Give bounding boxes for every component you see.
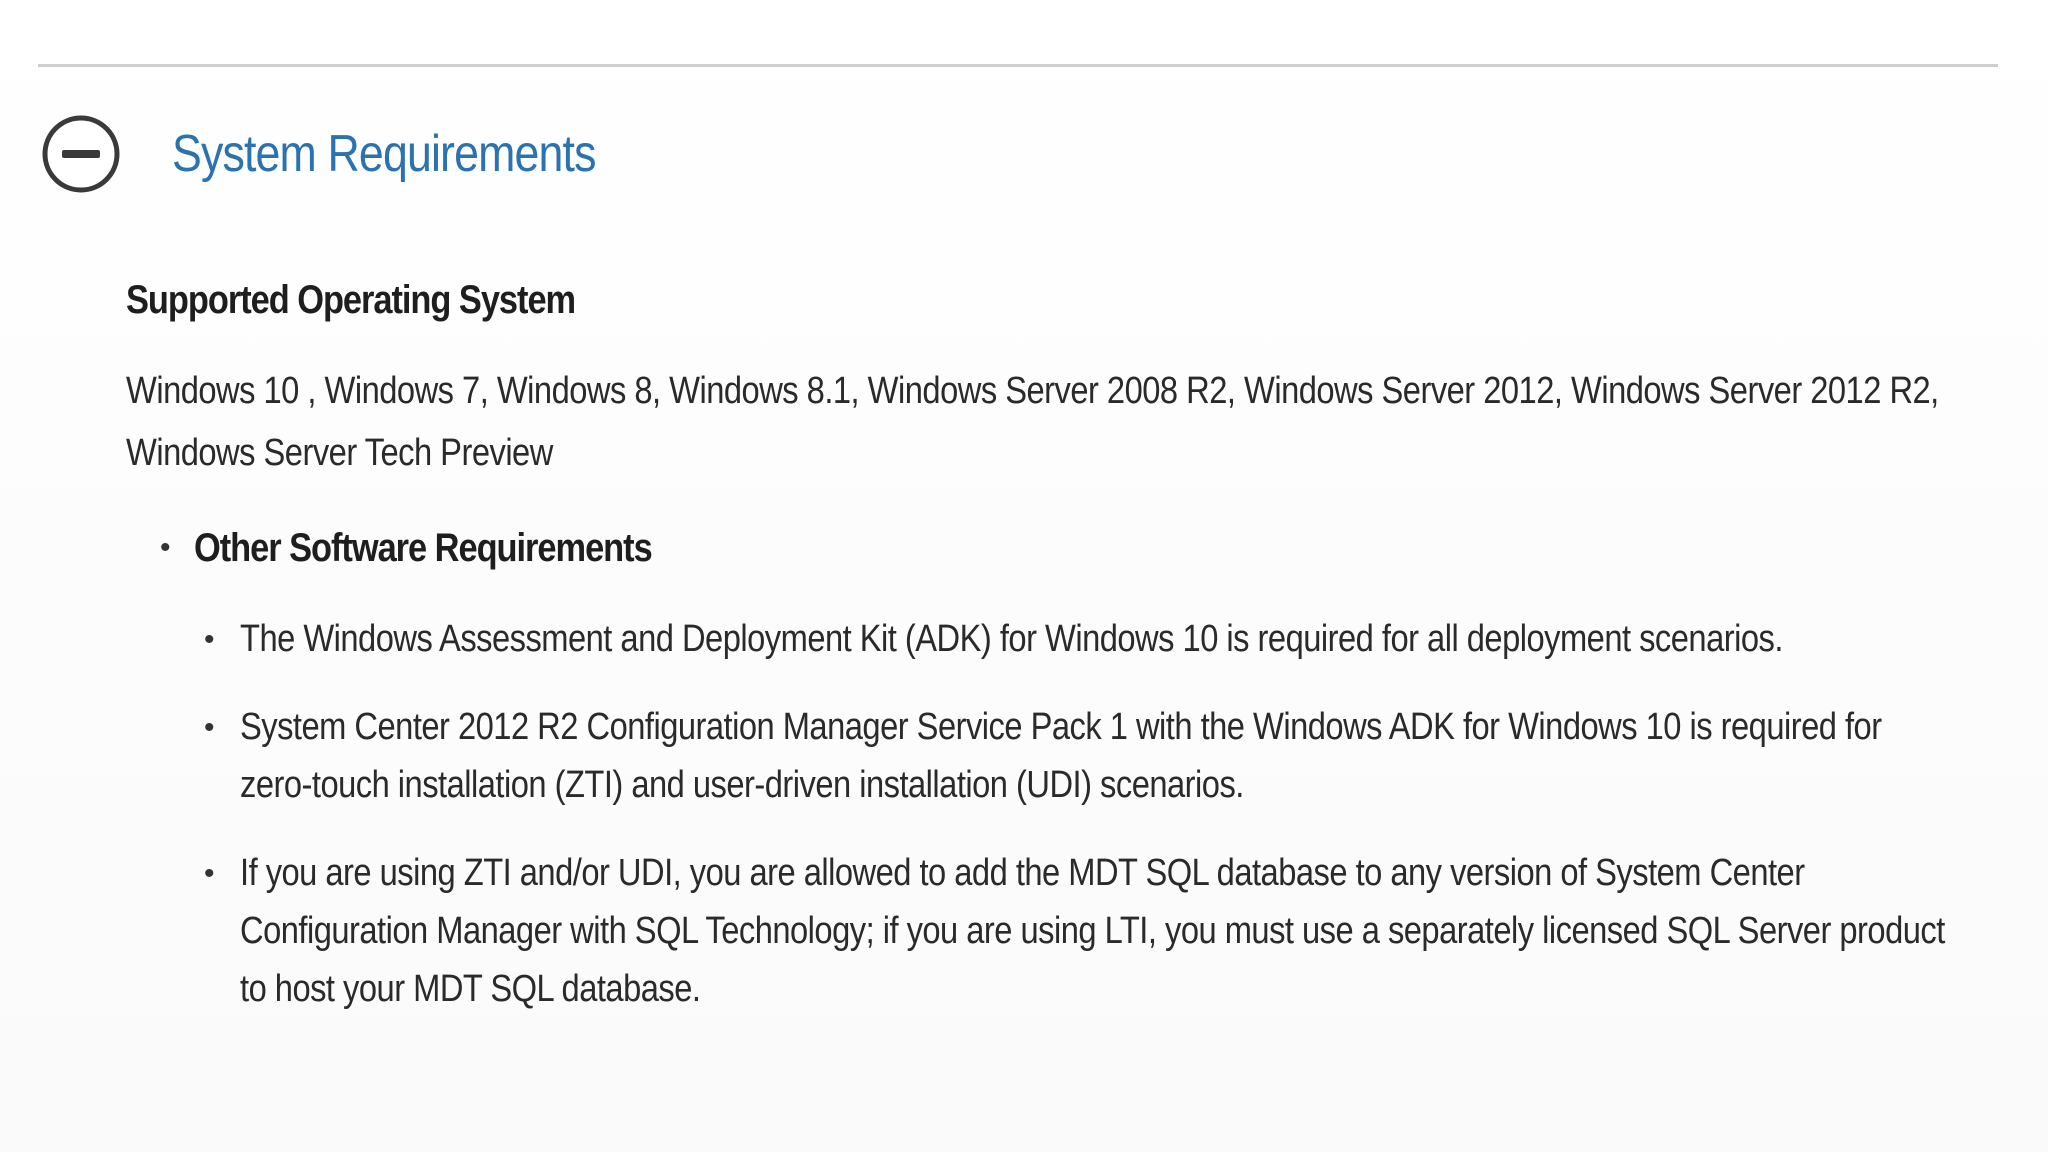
bullet: •	[160, 531, 171, 564]
other-software-heading: Other Software Requirements	[194, 525, 653, 570]
supported-os-heading: Supported Operating System	[126, 278, 576, 322]
page: System Requirements Supported Operating …	[0, 0, 2048, 1152]
section-title: System Requirements	[172, 125, 596, 183]
requirement-text: The Windows Assessment and Deployment Ki…	[240, 618, 1783, 660]
supported-os-block: Supported Operating System Windows 10 , …	[126, 270, 1946, 484]
minus-circle-icon[interactable]	[40, 113, 122, 195]
section-divider	[38, 64, 1998, 67]
requirement-text: System Center 2012 R2 Configuration Mana…	[240, 706, 1882, 806]
requirements-list: • The Windows Assessment and Deployment …	[204, 610, 1964, 1048]
list-item: • If you are using ZTI and/or UDI, you a…	[204, 844, 1964, 1018]
bullet: •	[204, 711, 215, 744]
list-item: • The Windows Assessment and Deployment …	[204, 610, 1964, 668]
bullet: •	[204, 623, 215, 656]
system-requirements-toggle[interactable]: System Requirements	[40, 106, 665, 202]
bullet: •	[204, 857, 215, 890]
requirement-text: If you are using ZTI and/or UDI, you are…	[240, 852, 1945, 1010]
supported-os-list: Windows 10 , Windows 7, Windows 8, Windo…	[126, 370, 1939, 474]
other-software-heading-item: • Other Software Requirements	[160, 518, 726, 578]
list-item: • System Center 2012 R2 Configuration Ma…	[204, 698, 1964, 814]
